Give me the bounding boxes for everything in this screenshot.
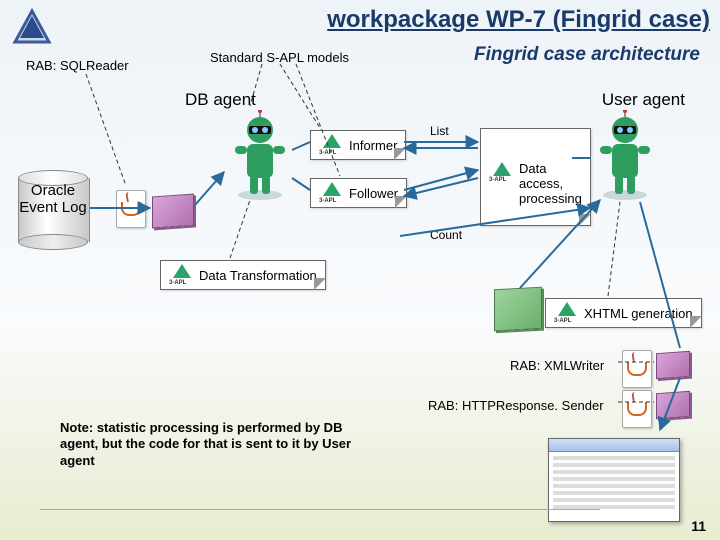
count-label: Count — [430, 228, 462, 242]
xmlwriter-box — [656, 351, 690, 379]
sapl-icon: 3-APL — [319, 182, 345, 204]
follower-label: Follower — [349, 186, 398, 201]
follower-note: 3-APL Follower — [310, 178, 407, 208]
data-transform-note: 3-APL Data Transformation — [160, 260, 326, 290]
informer-label: Informer — [349, 138, 397, 153]
informer-note: 3-APL Informer — [310, 130, 406, 160]
rab-xmlwriter-label: RAB: XMLWriter — [510, 358, 604, 373]
java-icon-httpresp — [622, 390, 652, 428]
std-models-label: Standard S-APL models — [210, 50, 349, 65]
slide-note: Note: statistic processing is performed … — [60, 420, 360, 469]
xhtml-component-box — [494, 287, 542, 332]
slide-title: workpackage WP-7 (Fingrid case) — [200, 6, 710, 34]
xhtml-gen-note: 3-APL XHTML generation — [545, 298, 702, 328]
user-agent-icon — [590, 110, 660, 200]
page-number: 11 — [691, 518, 706, 534]
httpresp-box — [656, 391, 690, 419]
xhtml-gen-label: XHTML generation — [584, 306, 693, 321]
data-access-label: Data access, processing — [519, 162, 582, 207]
oracle-label: Oracle Event Log — [14, 182, 92, 216]
data-transform-label: Data Transformation — [199, 268, 317, 283]
sapl-icon: 3-APL — [554, 302, 580, 324]
slide-subtitle: Fingrid case architecture — [474, 44, 700, 66]
slide-logo — [12, 8, 52, 48]
list-label: List — [430, 124, 449, 138]
java-icon-db — [116, 190, 146, 228]
sapl-icon: 3-APL — [489, 162, 515, 184]
data-access-note: 3-APL Data access, processing — [480, 128, 591, 226]
rab-sqlreader-label: RAB: SQLReader — [26, 58, 129, 73]
rab-httpresp-label: RAB: HTTPResponse. Sender — [428, 398, 604, 413]
footer-divider — [40, 509, 600, 510]
java-icon-xmlwriter — [622, 350, 652, 388]
db-agent-icon — [225, 110, 295, 200]
user-agent-label: User agent — [602, 90, 685, 110]
sapl-icon: 3-APL — [169, 264, 195, 286]
db-agent-label: DB agent — [185, 90, 256, 110]
component-box-db — [152, 194, 194, 229]
sapl-icon: 3-APL — [319, 134, 345, 156]
